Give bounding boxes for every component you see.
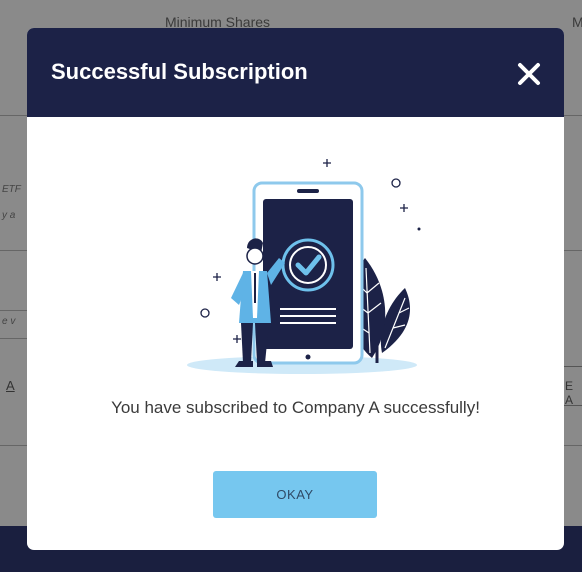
close-button[interactable] bbox=[516, 61, 542, 87]
background-button-label: E A bbox=[565, 379, 574, 407]
background-link[interactable]: A bbox=[6, 378, 15, 393]
table-divider bbox=[0, 338, 30, 339]
table-cell-fragment: e v bbox=[2, 316, 16, 327]
modal-header: Successful Subscription bbox=[27, 28, 564, 117]
table-cell-fragment: y a bbox=[2, 210, 16, 221]
close-icon bbox=[518, 63, 540, 85]
success-illustration bbox=[187, 159, 421, 374]
modal-title: Successful Subscription bbox=[51, 59, 308, 84]
table-divider bbox=[0, 310, 30, 311]
column-header-partial: M bbox=[572, 14, 582, 30]
success-message: You have subscribed to Company A success… bbox=[111, 398, 480, 417]
table-cell-fragment: ETF bbox=[2, 184, 21, 195]
okay-button[interactable]: OKAY bbox=[213, 471, 377, 518]
subscription-success-modal: Successful Subscription You have subscri… bbox=[27, 28, 564, 550]
